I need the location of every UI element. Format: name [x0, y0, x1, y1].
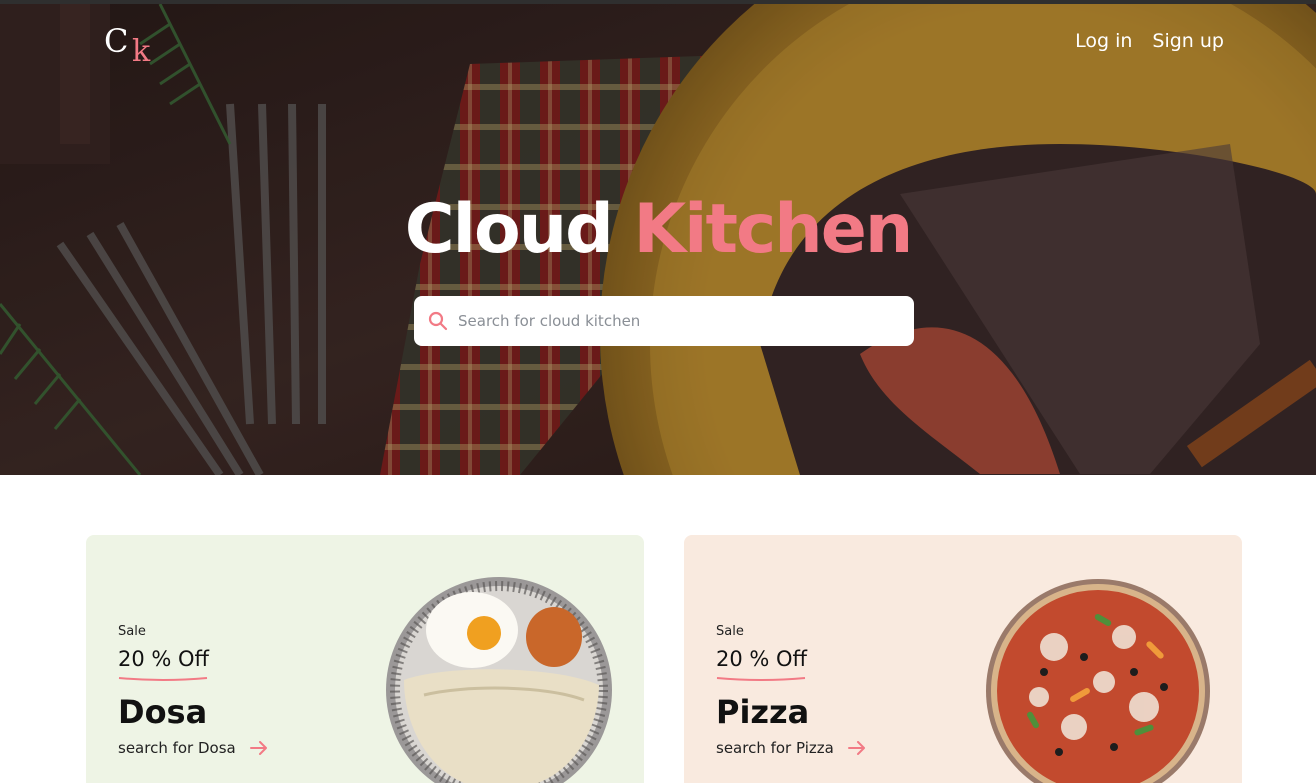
- search-bar[interactable]: [414, 296, 914, 346]
- signup-link[interactable]: Sign up: [1152, 30, 1224, 52]
- sale-label: Sale: [716, 624, 744, 639]
- top-nav: Log in Sign up: [1075, 30, 1224, 52]
- hero-title: Cloud Kitchen: [0, 190, 1316, 269]
- discount-underline: [118, 677, 208, 681]
- hero-title-kitchen: Kitchen: [633, 190, 913, 269]
- offer-search-link-label: search for Dosa: [118, 739, 236, 757]
- hero-title-cloud: Cloud: [404, 190, 614, 269]
- offer-card-dosa[interactable]: Sale 20 % Off Dosa search for Dosa: [86, 535, 644, 783]
- logo-letter-c: C: [104, 22, 129, 60]
- hero-banner: C k Log in Sign up Cloud Kitchen: [0, 4, 1316, 475]
- arrow-right-icon: [249, 741, 267, 755]
- pizza-image: [986, 579, 1210, 783]
- search-icon: [428, 311, 448, 331]
- login-link[interactable]: Log in: [1075, 30, 1132, 52]
- search-input[interactable]: [458, 312, 898, 330]
- offer-title: Pizza: [716, 693, 810, 731]
- dosa-image: [386, 577, 612, 783]
- offer-search-link[interactable]: search for Pizza: [716, 739, 866, 757]
- discount-underline: [716, 677, 806, 681]
- offer-title: Dosa: [118, 693, 208, 731]
- discount-text: 20 % Off: [118, 647, 210, 671]
- sale-label: Sale: [118, 624, 146, 639]
- offer-search-link-label: search for Pizza: [716, 739, 834, 757]
- arrow-right-icon: [847, 741, 865, 755]
- offer-card-pizza[interactable]: Sale 20 % Off Pizza search for Pizza: [684, 535, 1242, 783]
- logo-letter-k: k: [132, 34, 151, 69]
- offer-search-link[interactable]: search for Dosa: [118, 739, 268, 757]
- brand-logo[interactable]: C k: [104, 22, 164, 69]
- discount-text: 20 % Off: [716, 647, 808, 671]
